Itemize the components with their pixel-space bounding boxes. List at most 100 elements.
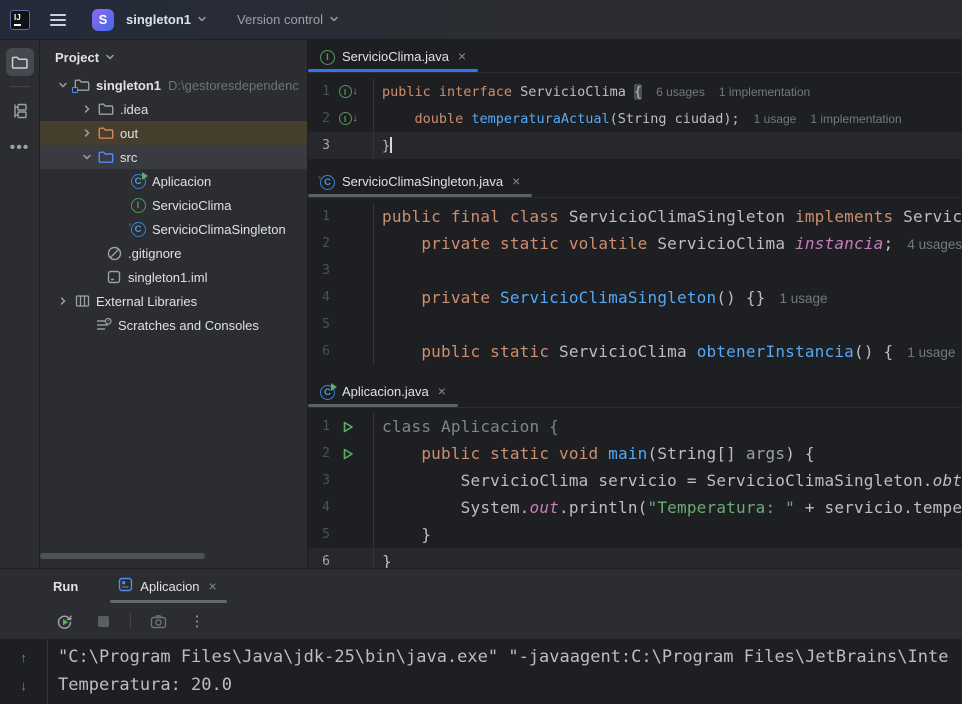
editor-Aplicacion.java: CAplicacion.java×1class Aplicacion {2 pu… (308, 375, 962, 568)
gutter: 5 (308, 311, 374, 338)
app-icon (118, 577, 133, 595)
code-token: } (382, 138, 390, 154)
tree-item-aplicacion[interactable]: CAplicacion (40, 169, 308, 193)
scroll-up-icon[interactable]: ↑ (20, 643, 27, 671)
project-panel-header[interactable]: Project (40, 40, 307, 73)
code-line: 4 private ServicioClimaSingleton() {}1 u… (308, 284, 962, 311)
code-line: 1public final class ServicioClimaSinglet… (308, 203, 962, 230)
chevron-down-icon[interactable] (78, 152, 96, 162)
tree-item-servicioclima[interactable]: IServicioClima (40, 193, 308, 217)
close-icon[interactable]: × (456, 48, 468, 64)
tab-ServicioClimaSingleton.java[interactable]: C◦ServicioClimaSingleton.java× (308, 165, 532, 197)
gutter: 3 (308, 257, 374, 284)
code-token: public static void (421, 444, 608, 463)
tree-item-label: ServicioClimaSingleton (152, 222, 286, 237)
gutter: 2 (308, 440, 374, 467)
intellij-logo-icon: IJ (10, 10, 30, 30)
code-token: ServicioClima { (903, 207, 962, 226)
run-gutter-icon[interactable] (330, 421, 366, 433)
tool-window-strip: ••• (0, 40, 40, 568)
close-icon[interactable]: × (436, 383, 448, 399)
line-number: 3 (308, 263, 330, 278)
code-token (382, 288, 421, 307)
tree-item-external-libraries[interactable]: External Libraries (40, 289, 308, 313)
screenshot-button[interactable] (146, 609, 170, 633)
rerun-button[interactable] (52, 609, 76, 633)
chevron-down-icon[interactable] (54, 80, 72, 90)
run-gutter-icon[interactable] (330, 448, 366, 460)
impl-gutter-icon[interactable]: I↓ (330, 85, 366, 98)
editor-ServicioClimaSingleton.java: C◦ServicioClimaSingleton.java×1public fi… (308, 165, 962, 375)
tree-item-label: singleton1.iml (128, 270, 208, 285)
line-number: 3 (308, 138, 330, 153)
run-panel-header: Run Aplicacion × (0, 569, 962, 603)
tree-item-label: singleton1 (96, 78, 161, 93)
tab-ServicioClima.java[interactable]: IServicioClima.java× (308, 40, 478, 72)
code-token: ; (884, 234, 894, 253)
class-run-icon: C (320, 383, 335, 400)
code-line: 4 System.out.println("Temperatura: " + s… (308, 494, 962, 521)
tab-Aplicacion.java[interactable]: CAplicacion.java× (308, 375, 458, 407)
code-token: { (634, 84, 642, 100)
code-token: obtenerInstancia (933, 471, 962, 490)
code-text: public static ServicioClima obtenerInsta… (374, 342, 955, 361)
tab-title: ServicioClimaSingleton.java (342, 174, 503, 189)
tree-item--idea[interactable]: .idea (40, 97, 308, 121)
main-menu-icon[interactable] (50, 14, 66, 26)
horizontal-scrollbar[interactable] (40, 553, 205, 559)
gutter: 6 (308, 338, 374, 365)
run-panel-title: Run (53, 579, 78, 594)
line-number: 4 (308, 500, 330, 515)
editor-tab-bar: CAplicacion.java× (308, 375, 962, 408)
console-output: "C:\Program Files\Java\jdk-25\bin\java.e… (48, 639, 948, 704)
tree-item-singleton1-iml[interactable]: singleton1.iml (40, 265, 308, 289)
more-button[interactable]: ⋮ (185, 609, 209, 633)
run-tab-aplicacion[interactable]: Aplicacion × (110, 569, 226, 603)
close-icon[interactable]: × (207, 578, 219, 594)
chevron-down-icon (105, 50, 115, 65)
gutter: 3 (308, 132, 374, 159)
close-icon[interactable]: × (510, 173, 522, 189)
line-number: 6 (308, 344, 330, 359)
tool-strip-structure-tool[interactable] (6, 97, 34, 125)
code-line: 3 ServicioClima servicio = ServicioClima… (308, 467, 962, 494)
console-gutter: ↑ ↓ (0, 639, 48, 704)
code-token: ServicioClima (559, 342, 697, 361)
vcs-widget[interactable]: Version control (215, 8, 347, 31)
tool-strip-more-tools[interactable]: ••• (10, 139, 30, 157)
project-avatar[interactable]: S (92, 9, 114, 31)
tree-item-label: External Libraries (96, 294, 197, 309)
gutter: 2I↓ (308, 105, 374, 132)
line-number: 5 (308, 527, 330, 542)
inlay-hint: 1 implementation (719, 85, 810, 99)
folder-excluded-icon (96, 126, 116, 140)
gutter: 3 (308, 467, 374, 494)
tree-item-singleton1[interactable]: singleton1D:\gestoresdependenc (40, 73, 308, 97)
tree-item-scratches-and-consoles[interactable]: Scratches and Consoles (40, 313, 308, 337)
code-text: } (374, 552, 392, 568)
code-token: class Aplicacion { (382, 417, 559, 436)
scratches-icon (94, 318, 114, 332)
chevron-right-icon[interactable] (78, 104, 96, 114)
code-line: 5 } (308, 521, 962, 548)
impl-gutter-icon[interactable]: I↓ (330, 112, 366, 125)
tree-item-src[interactable]: src (40, 145, 308, 169)
chevron-right-icon[interactable] (54, 296, 72, 306)
tree-item-servicioclimasingleton[interactable]: C◦ ServicioClimaSingleton (40, 217, 308, 241)
stop-button[interactable] (91, 609, 115, 633)
tree-item--gitignore[interactable]: .gitignore (40, 241, 308, 265)
code-token: instancia (795, 234, 884, 253)
code-line: 1I↓public interface ServicioClima {6 usa… (308, 78, 962, 105)
class-icon: C◦ (128, 222, 148, 237)
tree-item-label: Scratches and Consoles (118, 318, 259, 333)
title-bar: IJ S singleton1 Version control (0, 0, 962, 40)
divider (130, 613, 131, 629)
line-number: 3 (308, 473, 330, 488)
tree-item-out[interactable]: out (40, 121, 308, 145)
tool-strip-project-folder-tool[interactable] (6, 48, 34, 76)
ignored-icon (104, 246, 124, 261)
project-switcher[interactable]: singleton1 (114, 8, 215, 31)
scroll-down-icon[interactable]: ↓ (20, 671, 27, 699)
interface-icon: I (128, 198, 148, 213)
chevron-right-icon[interactable] (78, 128, 96, 138)
